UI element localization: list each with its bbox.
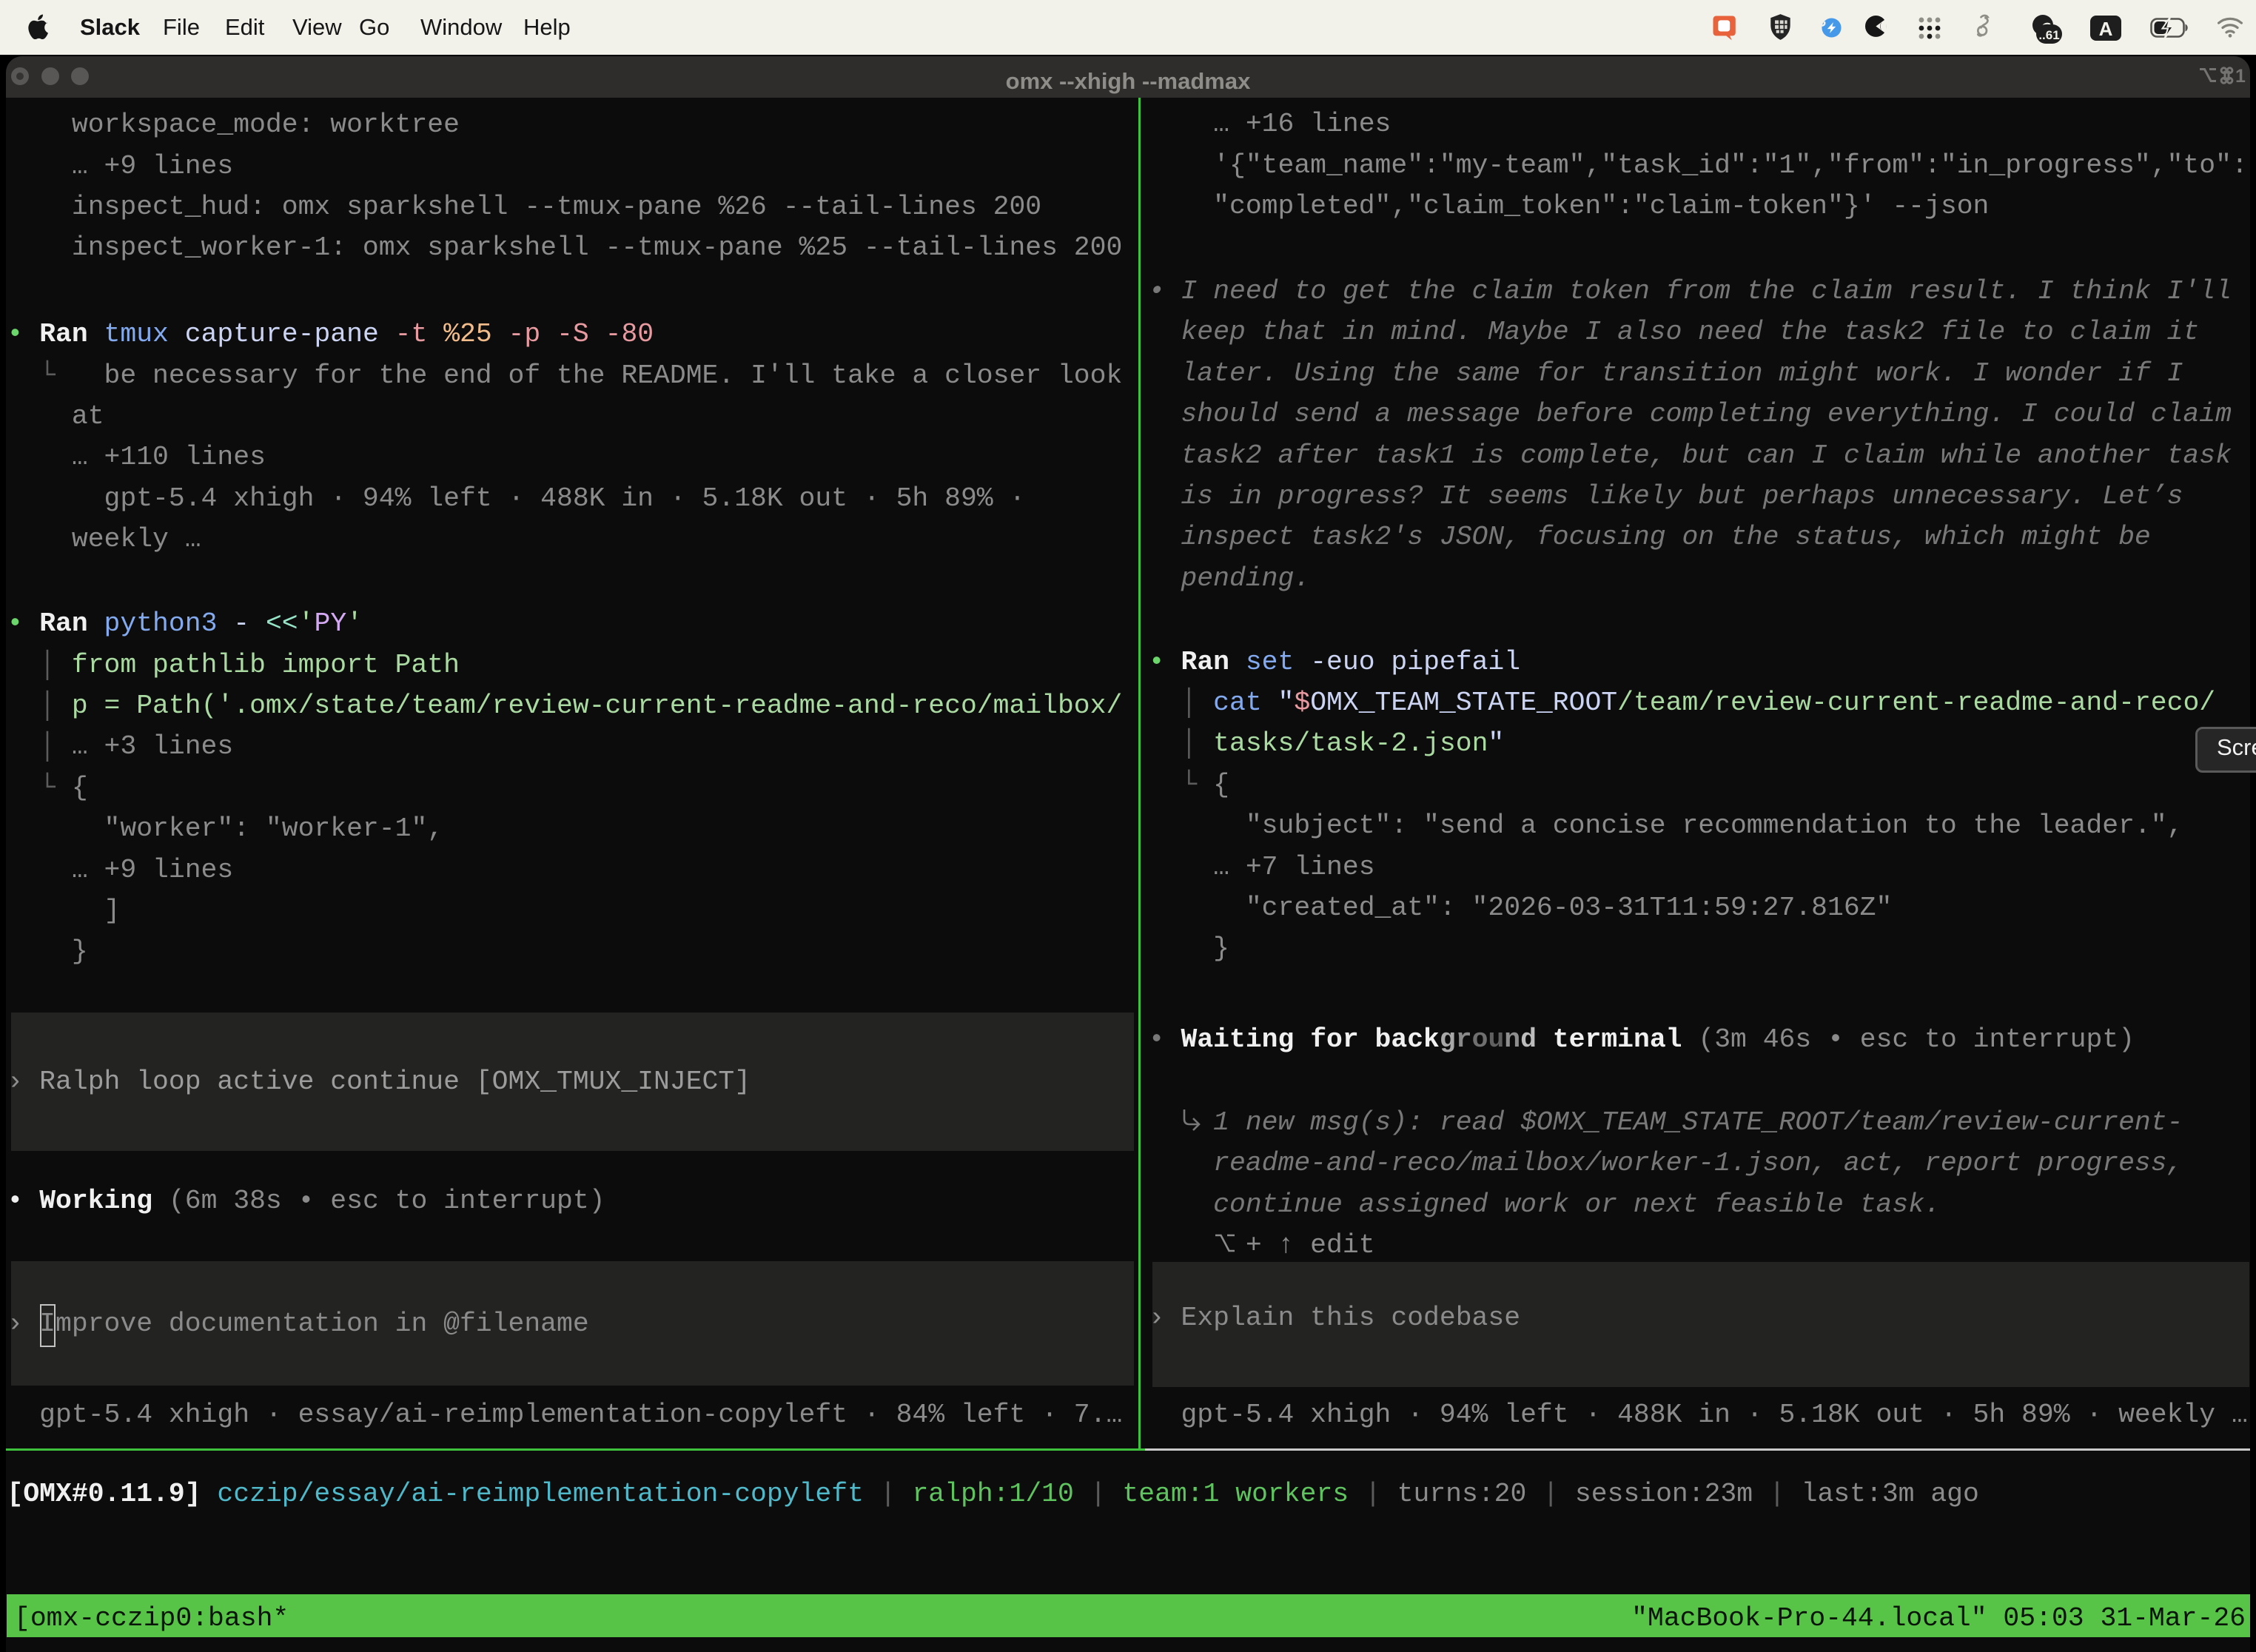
svg-text:A: A	[2099, 18, 2113, 40]
svg-text:1: 1	[2235, 67, 2246, 84]
svg-text:..61: ..61	[2038, 28, 2059, 42]
